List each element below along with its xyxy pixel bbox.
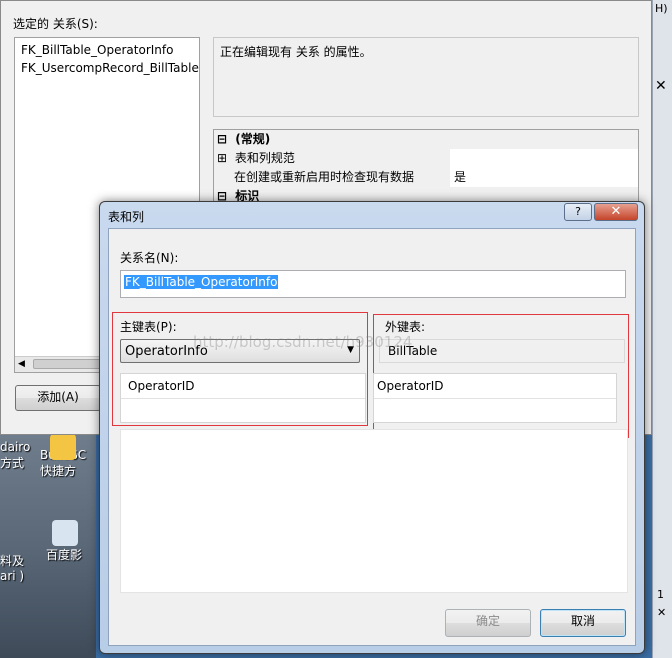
close-button[interactable]: ✕ bbox=[594, 203, 638, 221]
property-value[interactable]: 是 bbox=[450, 168, 638, 187]
scroll-left-icon[interactable]: ◀ bbox=[18, 359, 25, 369]
desktop-icon-4[interactable]: 百度影 bbox=[46, 520, 82, 563]
background-app-edge: H) ✕ 1 ✕ bbox=[652, 0, 672, 658]
property-row[interactable]: ⊞ 表和列规范 bbox=[214, 149, 638, 168]
desktop-icon-label: 方式 bbox=[0, 456, 25, 470]
property-label: 在创建或重新启用时检查现有数据 bbox=[234, 170, 415, 184]
foreign-table-field: BillTable bbox=[379, 339, 625, 363]
foreign-columns-grid[interactable]: OperatorID bbox=[373, 373, 617, 423]
dialog-title: 表和列 bbox=[108, 210, 145, 224]
info-text: 正在编辑现有 关系 的属性。 bbox=[220, 45, 372, 59]
empty-grid-area bbox=[120, 429, 628, 593]
collapse-icon[interactable]: ⊟ bbox=[214, 132, 227, 146]
selected-relationship-label: 选定的 关系(S): bbox=[13, 17, 98, 31]
cancel-button[interactable]: 取消 bbox=[540, 609, 626, 637]
property-category[interactable]: ⊟ (常规) bbox=[214, 130, 638, 149]
list-item[interactable]: FK_BillTable_OperatorInfo bbox=[15, 41, 199, 59]
desktop-icon-3[interactable]: 料及 ari ) bbox=[0, 552, 24, 583]
property-value[interactable] bbox=[450, 149, 638, 168]
ok-button[interactable]: 确定 bbox=[445, 609, 531, 637]
property-category-label: (常规) bbox=[235, 132, 271, 146]
table-row[interactable] bbox=[121, 399, 365, 423]
desktop-icon-2[interactable]: BuildSC 快捷方 bbox=[40, 434, 86, 479]
desktop-icon-1[interactable]: dairo 方式 bbox=[0, 440, 30, 471]
desktop-icon-label: ari ) bbox=[0, 569, 25, 583]
video-player-icon bbox=[52, 520, 78, 546]
add-button[interactable]: 添加(A) bbox=[15, 385, 101, 411]
primary-table-label: 主键表(P): bbox=[120, 320, 177, 334]
property-label: 表和列规范 bbox=[234, 151, 295, 165]
expand-icon[interactable]: ⊞ bbox=[214, 151, 227, 165]
primary-columns-grid[interactable]: OperatorID bbox=[120, 373, 366, 423]
list-item[interactable]: FK_UsercompRecord_BillTable bbox=[15, 59, 199, 77]
table-row[interactable] bbox=[374, 399, 616, 423]
tab-fragment: 1 bbox=[657, 588, 664, 601]
help-button[interactable]: ? bbox=[564, 203, 592, 221]
desktop-background: dairo 方式 BuildSC 快捷方 料及 ari ) 百度影 bbox=[0, 432, 96, 658]
relationship-name-input[interactable]: FK_BillTable_OperatorInfo bbox=[120, 270, 626, 298]
close-tab-icon[interactable]: ✕ bbox=[657, 606, 666, 619]
watermark-text: http://blog.csdn.net/h930124 bbox=[193, 333, 413, 351]
tables-and-columns-dialog: 表和列 ? ✕ 关系名(N): FK_BillTable_OperatorInf… bbox=[99, 201, 645, 654]
table-row[interactable]: OperatorID bbox=[121, 374, 365, 399]
table-row[interactable]: OperatorID bbox=[374, 374, 616, 399]
desktop-icon-label: 料及 bbox=[0, 554, 25, 568]
desktop-icon-label: 快捷方 bbox=[40, 464, 77, 478]
relationship-name-value: FK_BillTable_OperatorInfo bbox=[124, 275, 279, 289]
close-icon[interactable]: ✕ bbox=[655, 78, 667, 94]
desktop-icon-label: 百度影 bbox=[46, 548, 83, 562]
shortcut-icon bbox=[50, 434, 76, 460]
dialog-body: 关系名(N): FK_BillTable_OperatorInfo 主键表(P)… bbox=[108, 228, 636, 646]
info-panel: 正在编辑现有 关系 的属性。 bbox=[213, 37, 639, 117]
relationship-name-label: 关系名(N): bbox=[120, 251, 179, 265]
property-grid[interactable]: ⊟ (常规) ⊞ 表和列规范 在创建或重新启用时检查现有数据 是 ⊟ 标识 bbox=[213, 129, 639, 209]
desktop-icon-label: dairo bbox=[0, 440, 31, 454]
property-row[interactable]: 在创建或重新启用时检查现有数据 是 bbox=[214, 168, 638, 187]
menu-fragment: H) bbox=[655, 2, 668, 15]
